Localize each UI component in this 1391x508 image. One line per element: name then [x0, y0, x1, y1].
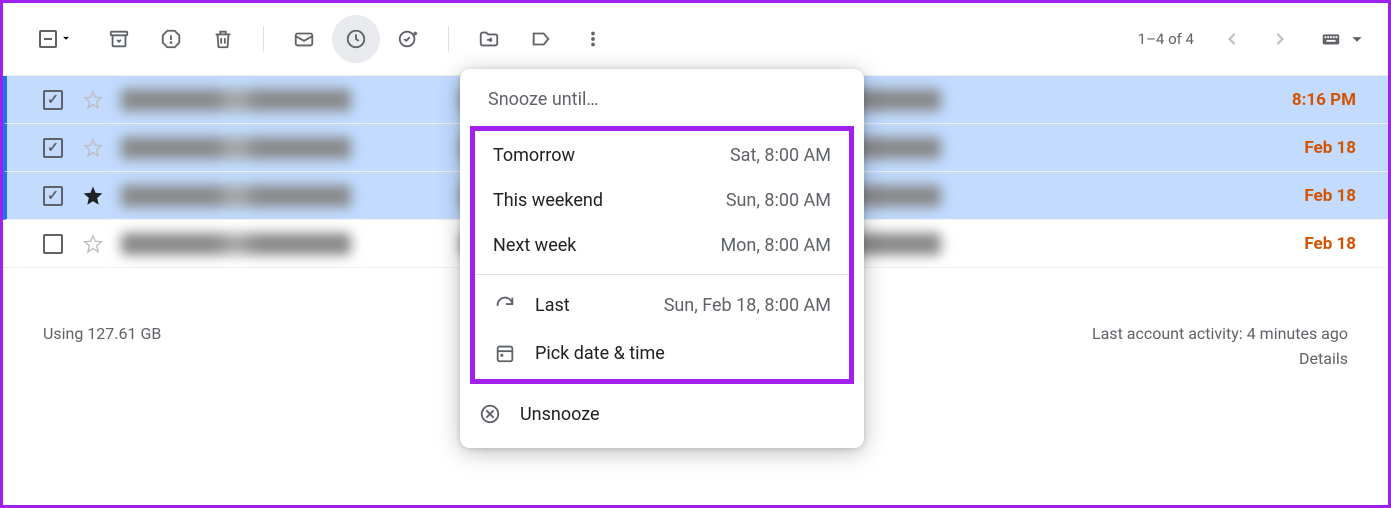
move-to-button[interactable]	[465, 15, 513, 63]
snooze-title: Snooze until…	[460, 69, 864, 126]
star-icon[interactable]	[81, 184, 105, 208]
snooze-option-value: Sun, 8:00 AM	[726, 190, 831, 211]
pagination-text[interactable]: 1–4 of 4	[1138, 30, 1194, 48]
snooze-divider	[475, 274, 849, 275]
row-checkbox[interactable]	[43, 90, 63, 110]
snooze-option-value: Sun, Feb 18, 8:00 AM	[664, 295, 831, 316]
highlight-annotation: Tomorrow Sat, 8:00 AM This weekend Sun, …	[470, 126, 854, 384]
more-button[interactable]	[569, 15, 617, 63]
snooze-option-value: Mon, 8:00 AM	[720, 235, 831, 256]
row-date: 8:16 PM	[1292, 90, 1356, 110]
add-to-tasks-button[interactable]	[384, 15, 432, 63]
snooze-option-label: Unsnooze	[520, 404, 846, 425]
report-spam-button[interactable]	[147, 15, 195, 63]
details-link[interactable]: Details	[1092, 349, 1348, 368]
snooze-popup: Snooze until… Tomorrow Sat, 8:00 AM This…	[460, 69, 864, 448]
cancel-circle-icon	[478, 402, 502, 426]
toolbar-divider	[263, 26, 264, 52]
input-tools-button[interactable]	[1320, 28, 1368, 50]
row-checkbox[interactable]	[43, 186, 63, 206]
mark-unread-button[interactable]	[280, 15, 328, 63]
snooze-option-label: Tomorrow	[493, 145, 730, 166]
select-dropdown[interactable]	[39, 30, 73, 49]
sender-blurred	[121, 233, 351, 255]
snooze-button[interactable]	[332, 15, 380, 63]
row-checkbox[interactable]	[43, 234, 63, 254]
calendar-icon	[493, 341, 517, 365]
sender-blurred	[121, 185, 351, 207]
toolbar-divider	[448, 26, 449, 52]
snooze-option-pick[interactable]: Pick date & time	[475, 329, 849, 377]
snooze-option-label: This weekend	[493, 190, 726, 211]
snooze-option-tomorrow[interactable]: Tomorrow Sat, 8:00 AM	[475, 133, 849, 178]
activity-text: Last account activity: 4 minutes ago	[1092, 324, 1348, 343]
select-checkbox-icon	[39, 30, 57, 48]
labels-button[interactable]	[517, 15, 565, 63]
toolbar: 1–4 of 4	[3, 3, 1388, 75]
row-date: Feb 18	[1304, 186, 1356, 206]
star-icon[interactable]	[81, 88, 105, 112]
snooze-option-unsnooze[interactable]: Unsnooze	[460, 390, 864, 438]
row-date: Feb 18	[1304, 138, 1356, 158]
archive-button[interactable]	[95, 15, 143, 63]
sender-blurred	[121, 89, 351, 111]
snooze-option-label: Next week	[493, 235, 720, 256]
snooze-option-label: Pick date & time	[535, 343, 831, 364]
snooze-option-label: Last	[535, 295, 664, 316]
star-icon[interactable]	[81, 136, 105, 160]
prev-page-button[interactable]	[1210, 17, 1254, 61]
delete-button[interactable]	[199, 15, 247, 63]
snooze-option-last[interactable]: Last Sun, Feb 18, 8:00 AM	[475, 281, 849, 329]
row-date: Feb 18	[1304, 234, 1356, 254]
star-icon[interactable]	[81, 232, 105, 256]
sender-blurred	[121, 137, 351, 159]
snooze-option-value: Sat, 8:00 AM	[730, 145, 831, 166]
next-page-button[interactable]	[1258, 17, 1302, 61]
caret-down-icon	[59, 30, 73, 49]
snooze-option-weekend[interactable]: This weekend Sun, 8:00 AM	[475, 178, 849, 223]
row-checkbox[interactable]	[43, 138, 63, 158]
snooze-option-nextweek[interactable]: Next week Mon, 8:00 AM	[475, 223, 849, 268]
refresh-icon	[493, 293, 517, 317]
